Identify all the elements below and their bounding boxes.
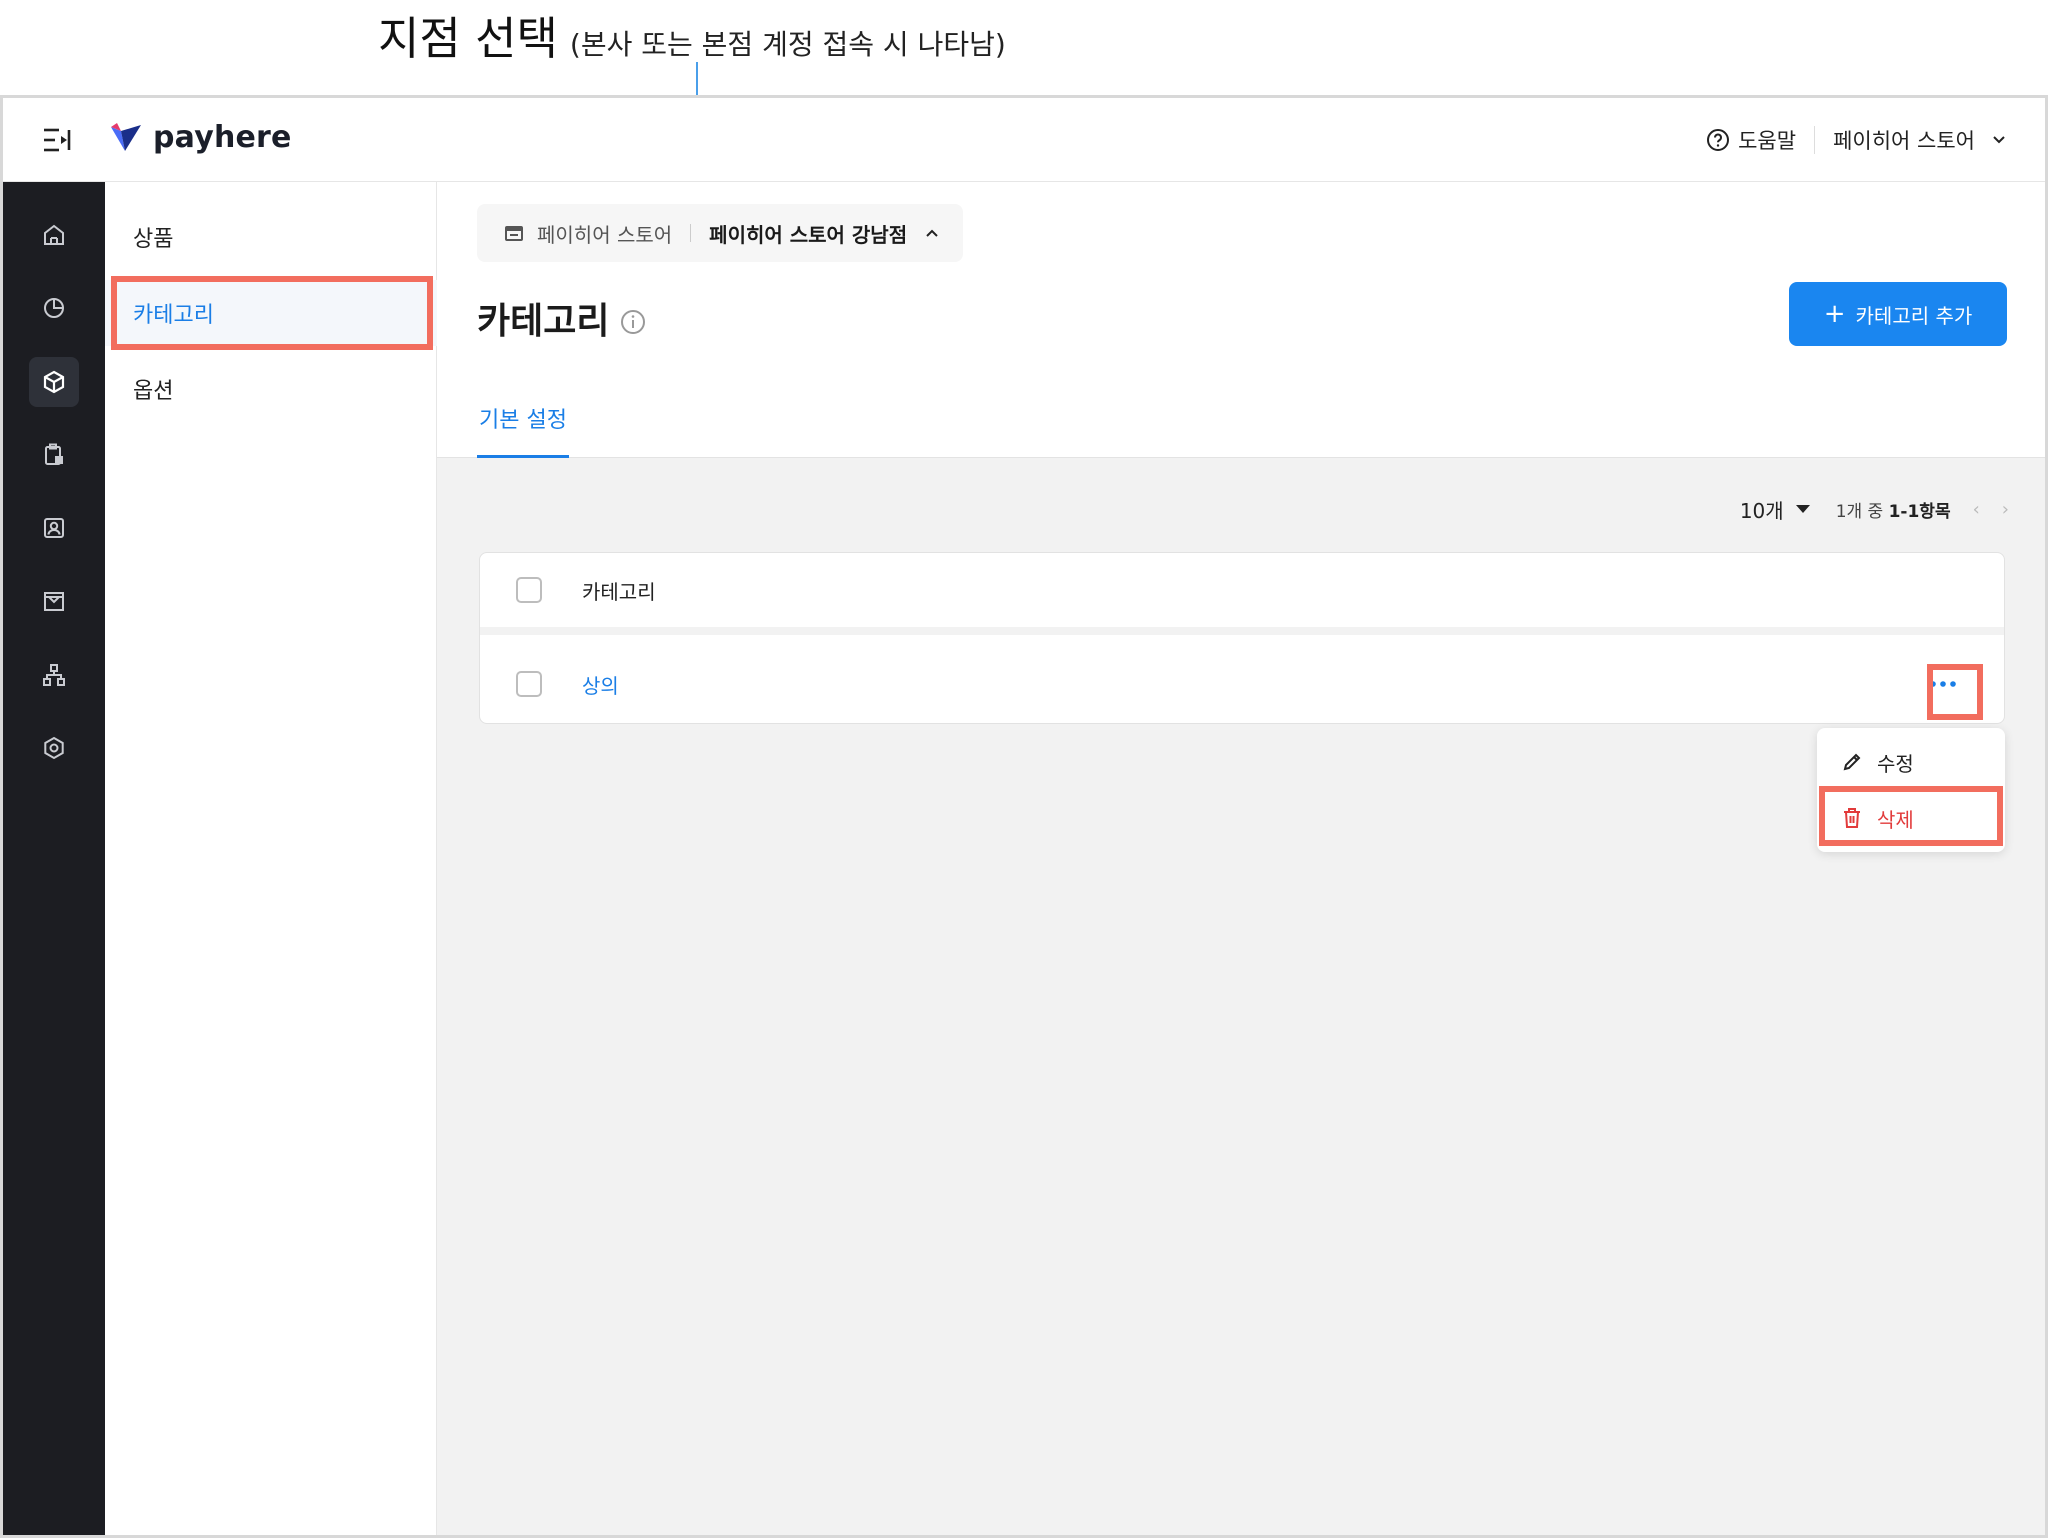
branch-current-label: 페이히어 스토어 강남점 [709, 222, 908, 247]
category-table: 카테고리 상의 [479, 552, 2005, 724]
chevron-up-icon [923, 224, 941, 242]
subnav-item-label: 카테고리 [133, 303, 214, 328]
menu-item-delete[interactable]: 삭제 [1817, 790, 2005, 846]
sub-navigation: 상품 카테고리 옵션 [105, 182, 437, 1535]
info-icon[interactable] [619, 304, 647, 334]
subnav-item-options[interactable]: 옵션 [105, 356, 437, 422]
top-divider [1814, 126, 1816, 154]
prev-page-button[interactable]: ‹ [1973, 499, 1980, 520]
next-page-button[interactable]: › [2002, 499, 2009, 520]
page-header: 페이히어 스토어 페이히어 스토어 강남점 카테고리 + 카테고리 추가 기본 … [437, 182, 2045, 458]
top-right-controls: 도움말 페이히어 스토어 [1706, 122, 2009, 158]
subnav-item-products[interactable]: 상품 [105, 204, 437, 270]
icon-rail [3, 182, 105, 1535]
annotation-label: 지점 선택 (본사 또는 본점 계정 접속 시 나타남) [378, 2, 1006, 66]
store-icon [44, 592, 64, 611]
menu-item-label: 삭제 [1877, 807, 1914, 832]
row-more-button[interactable] [1922, 663, 1964, 705]
rail-home[interactable] [29, 210, 79, 260]
home-icon [44, 224, 64, 245]
select-all-checkbox[interactable] [516, 577, 542, 603]
annotation-note: (본사 또는 본점 계정 접속 시 나타남) [569, 28, 1006, 61]
payhere-logo[interactable]: payhere [109, 120, 292, 155]
subnav-item-label: 옵션 [133, 379, 174, 404]
chevron-down-icon [1989, 130, 2009, 150]
caret-down-icon [1795, 505, 1810, 513]
annotation-title: 지점 선택 [378, 12, 558, 65]
page-total: 1개 중 [1835, 501, 1884, 522]
page-title: 카테고리 [477, 292, 647, 344]
branch-selector[interactable]: 페이히어 스토어 페이히어 스토어 강남점 [477, 204, 964, 262]
store-switcher[interactable]: 페이히어 스토어 [1833, 125, 2009, 155]
rail-analytics[interactable] [29, 283, 79, 333]
clipboard-icon [45, 443, 63, 465]
branch-divider [690, 224, 692, 242]
rail-store[interactable] [29, 576, 79, 626]
payhere-logo-icon [109, 121, 143, 155]
subnav-item-label: 상품 [133, 227, 174, 252]
column-header-category: 카테고리 [582, 579, 656, 604]
top-bar: payhere 도움말 페이히어 스토어 [3, 98, 2045, 182]
chart-icon [44, 298, 64, 318]
settings-icon [44, 736, 64, 760]
add-category-label: 카테고리 추가 [1855, 303, 1973, 328]
menu-item-label: 수정 [1877, 751, 1914, 776]
tab-basic-settings[interactable]: 기본 설정 [477, 402, 569, 458]
store-front-icon [503, 222, 525, 244]
main-content: 페이히어 스토어 페이히어 스토어 강남점 카테고리 + 카테고리 추가 기본 … [437, 182, 2045, 1535]
customer-icon [44, 518, 64, 538]
page-size-select[interactable]: 10개 [1740, 495, 1810, 524]
more-dots-icon [1930, 681, 1956, 687]
logo-text: payhere [153, 120, 292, 155]
table-row: 상의 [480, 643, 2004, 725]
help-link[interactable]: 도움말 [1706, 125, 1796, 155]
rail-products[interactable] [29, 357, 79, 407]
page-range: 1-1항목 [1888, 501, 1951, 522]
pagination: 10개 1개 중 1-1항목 ‹ › [1740, 494, 2009, 524]
subnav-item-category[interactable]: 카테고리 [105, 280, 437, 346]
rail-organization[interactable] [29, 650, 79, 700]
page-info: 1개 중 1-1항목 [1836, 497, 1951, 522]
trash-icon [1844, 808, 1860, 828]
category-name-link[interactable]: 상의 [582, 670, 619, 699]
rail-inventory[interactable] [29, 430, 79, 480]
org-chart-icon [43, 664, 65, 686]
help-circle-icon [1706, 128, 1730, 152]
page-title-text: 카테고리 [477, 301, 610, 342]
rail-settings[interactable] [29, 723, 79, 773]
table-header-row: 카테고리 [480, 553, 2004, 635]
page-size-value: 10개 [1739, 498, 1784, 523]
store-name-label: 페이히어 스토어 [1833, 129, 1975, 153]
app-window: payhere 도움말 페이히어 스토어 상품 카테고리 옵션 페이히어 스토어… [0, 95, 2048, 1538]
add-category-button[interactable]: + 카테고리 추가 [1789, 282, 2007, 346]
menu-item-edit[interactable]: 수정 [1817, 734, 2005, 790]
menu-toggle-icon[interactable] [41, 124, 75, 156]
plus-icon: + [1823, 299, 1846, 329]
rail-customers[interactable] [29, 503, 79, 553]
help-label: 도움말 [1738, 129, 1797, 153]
branch-hq-label: 페이히어 스토어 [537, 222, 673, 247]
row-action-menu: 수정 삭제 [1817, 728, 2005, 852]
product-box-icon [43, 370, 65, 394]
pencil-icon [1843, 753, 1861, 771]
tab-label: 기본 설정 [479, 408, 567, 433]
row-checkbox[interactable] [516, 671, 542, 697]
